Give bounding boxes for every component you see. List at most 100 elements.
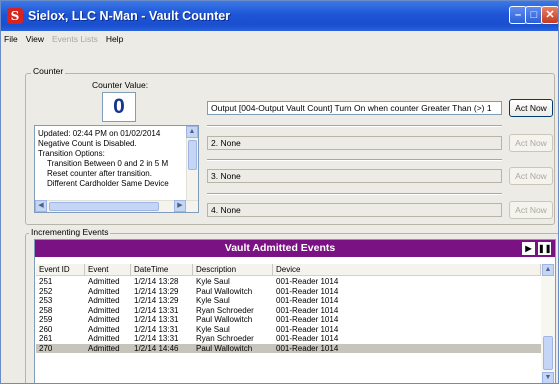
cell-datetime: 1/2/14 14:46 bbox=[134, 343, 179, 353]
cell-event: Admitted bbox=[88, 296, 120, 305]
act-now-button-3[interactable]: Act Now bbox=[509, 167, 553, 185]
cell-datetime: 1/2/14 13:31 bbox=[134, 324, 179, 334]
cell-event: Admitted bbox=[88, 286, 120, 296]
act-now-button-2[interactable]: Act Now bbox=[509, 134, 553, 152]
status-horizontal-scrollbar[interactable]: ◀ ▶ bbox=[35, 200, 198, 212]
menu-help[interactable]: Help bbox=[106, 34, 123, 44]
act-now-button-1[interactable]: Act Now bbox=[509, 99, 553, 117]
column-header-event[interactable]: Event bbox=[85, 264, 131, 276]
cell-description: Paul Wallowitch bbox=[196, 343, 253, 353]
status-transition-between: Transition Between 0 and 2 in 5 M bbox=[47, 159, 169, 168]
cell-description: Kyle Saul bbox=[196, 296, 230, 305]
status-updated: Updated: 02:44 PM on 01/02/2014 bbox=[38, 129, 161, 138]
cell-device: 001-Reader 1014 bbox=[276, 277, 339, 286]
cell-event-id: 261 bbox=[39, 334, 53, 343]
cell-event-id: 270 bbox=[39, 343, 53, 353]
table-row[interactable]: 260 Admitted 1/2/14 13:31 Kyle Saul 001-Read… bbox=[36, 325, 541, 335]
cell-datetime: 1/2/14 13:31 bbox=[134, 334, 179, 343]
cell-device: 001-Reader 1014 bbox=[276, 343, 339, 353]
status-hscroll-thumb[interactable] bbox=[49, 202, 159, 211]
play-icon[interactable]: ▶ bbox=[522, 242, 535, 255]
cell-datetime: 1/2/14 13:31 bbox=[134, 315, 179, 324]
act-now-button-4[interactable]: Act Now bbox=[509, 201, 553, 219]
incrementing-events-label: Incrementing Events bbox=[29, 227, 111, 237]
table-row[interactable]: 252 Admitted 1/2/14 13:29 Paul Wallowitch 00… bbox=[36, 287, 541, 297]
table-row[interactable]: 251 Admitted 1/2/14 13:28 Kyle Saul 001-Read… bbox=[36, 277, 541, 287]
action-1-field[interactable]: Output [004-Output Vault Count] Turn On … bbox=[207, 101, 502, 115]
vault-admitted-events-panel: Vault Admitted Events ▶ ❚❚ Event ID Even… bbox=[34, 239, 556, 383]
action-divider bbox=[207, 193, 502, 195]
table-row[interactable]: 253 Admitted 1/2/14 13:29 Kyle Saul 001-Read… bbox=[36, 296, 541, 306]
status-reset-counter: Reset counter after transition. bbox=[47, 169, 152, 178]
menu-view[interactable]: View bbox=[26, 34, 44, 44]
cell-event-id: 258 bbox=[39, 305, 53, 315]
events-list-header: Vault Admitted Events ▶ ❚❚ bbox=[35, 240, 555, 257]
cell-device: 001-Reader 1014 bbox=[276, 324, 339, 334]
status-vertical-scrollbar[interactable]: ▲ bbox=[186, 126, 198, 202]
cell-device: 001-Reader 1014 bbox=[276, 305, 339, 315]
cell-datetime: 1/2/14 13:29 bbox=[134, 296, 179, 305]
action-3-field[interactable]: 3. None bbox=[207, 169, 502, 183]
cell-datetime: 1/2/14 13:31 bbox=[134, 305, 179, 315]
cell-description: Paul Wallowitch bbox=[196, 286, 253, 296]
scroll-up-icon[interactable]: ▲ bbox=[542, 264, 554, 276]
table-row[interactable]: 261 Admitted 1/2/14 13:31 Ryan Schroeder 001… bbox=[36, 334, 541, 344]
cell-device: 001-Reader 1014 bbox=[276, 296, 339, 305]
cell-event-id: 252 bbox=[39, 286, 53, 296]
events-scroll-thumb[interactable] bbox=[543, 336, 553, 370]
counter-group-label: Counter bbox=[31, 66, 66, 76]
scroll-up-icon[interactable]: ▲ bbox=[186, 126, 198, 138]
pause-icon[interactable]: ❚❚ bbox=[538, 242, 551, 255]
action-4-field[interactable]: 4. None bbox=[207, 203, 502, 217]
scroll-down-icon[interactable]: ▼ bbox=[542, 372, 554, 383]
status-scroll-thumb[interactable] bbox=[188, 140, 197, 170]
cell-event: Admitted bbox=[88, 315, 120, 324]
sielox-s-icon: S bbox=[7, 8, 23, 24]
counter-status-box[interactable]: Updated: 02:44 PM on 01/02/2014 Negative… bbox=[34, 125, 199, 213]
cell-device: 001-Reader 1014 bbox=[276, 315, 339, 324]
cell-datetime: 1/2/14 13:29 bbox=[134, 286, 179, 296]
status-transition-options: Transition Options: bbox=[38, 149, 105, 158]
menu-bar: File View Events Lists Help bbox=[1, 31, 558, 46]
menu-events-lists[interactable]: Events Lists bbox=[52, 34, 98, 44]
cell-event: Admitted bbox=[88, 305, 120, 315]
column-header-device[interactable]: Device bbox=[273, 264, 541, 276]
cell-description: Paul Wallowitch bbox=[196, 315, 253, 324]
cell-event-id: 251 bbox=[39, 277, 53, 286]
action-divider bbox=[207, 125, 502, 127]
vault-counter-window: S Sielox, LLC N-Man - Vault Counter – □ … bbox=[0, 0, 559, 384]
cell-description: Kyle Saul bbox=[196, 324, 230, 334]
scroll-right-icon[interactable]: ▶ bbox=[174, 200, 186, 212]
cell-device: 001-Reader 1014 bbox=[276, 334, 339, 343]
table-row[interactable]: 258 Admitted 1/2/14 13:31 Ryan Schroeder 001… bbox=[36, 306, 541, 316]
cell-event: Admitted bbox=[88, 277, 120, 286]
cell-datetime: 1/2/14 13:28 bbox=[134, 277, 179, 286]
action-divider bbox=[207, 159, 502, 161]
cell-device: 001-Reader 1014 bbox=[276, 286, 339, 296]
cell-description: Kyle Saul bbox=[196, 277, 230, 286]
cell-event: Admitted bbox=[88, 324, 120, 334]
column-header-event-id[interactable]: Event ID bbox=[36, 264, 85, 276]
scroll-left-icon[interactable]: ◀ bbox=[35, 200, 47, 212]
cell-description: Ryan Schroeder bbox=[196, 305, 254, 315]
cell-event-id: 260 bbox=[39, 324, 53, 334]
cell-event: Admitted bbox=[88, 334, 120, 343]
table-row[interactable]: 259 Admitted 1/2/14 13:31 Paul Wallowitch 00… bbox=[36, 315, 541, 325]
cell-event-id: 253 bbox=[39, 296, 53, 305]
column-header-description[interactable]: Description bbox=[193, 264, 273, 276]
close-button[interactable]: ✕ bbox=[541, 6, 558, 24]
menu-file[interactable]: File bbox=[4, 34, 18, 44]
cell-event: Admitted bbox=[88, 343, 120, 353]
cell-description: Ryan Schroeder bbox=[196, 334, 254, 343]
table-row[interactable]: 270 Admitted 1/2/14 14:46 Paul Wallowitch 00… bbox=[36, 343, 541, 353]
counter-value-display: 0 bbox=[102, 92, 136, 122]
column-header-datetime[interactable]: DateTime bbox=[131, 264, 193, 276]
status-negative-count: Negative Count is Disabled. bbox=[38, 139, 137, 148]
events-vertical-scrollbar[interactable]: ▲ ▼ bbox=[541, 264, 555, 383]
title-bar[interactable]: S Sielox, LLC N-Man - Vault Counter – □ … bbox=[1, 1, 558, 31]
events-column-headers: Event ID Event DateTime Description Devi… bbox=[36, 264, 541, 276]
status-different-cardholder: Different Cardholder Same Device bbox=[47, 179, 169, 188]
events-list-title: Vault Admitted Events bbox=[224, 242, 336, 254]
action-2-field[interactable]: 2. None bbox=[207, 136, 502, 150]
counter-value-label: Counter Value: bbox=[92, 80, 149, 90]
